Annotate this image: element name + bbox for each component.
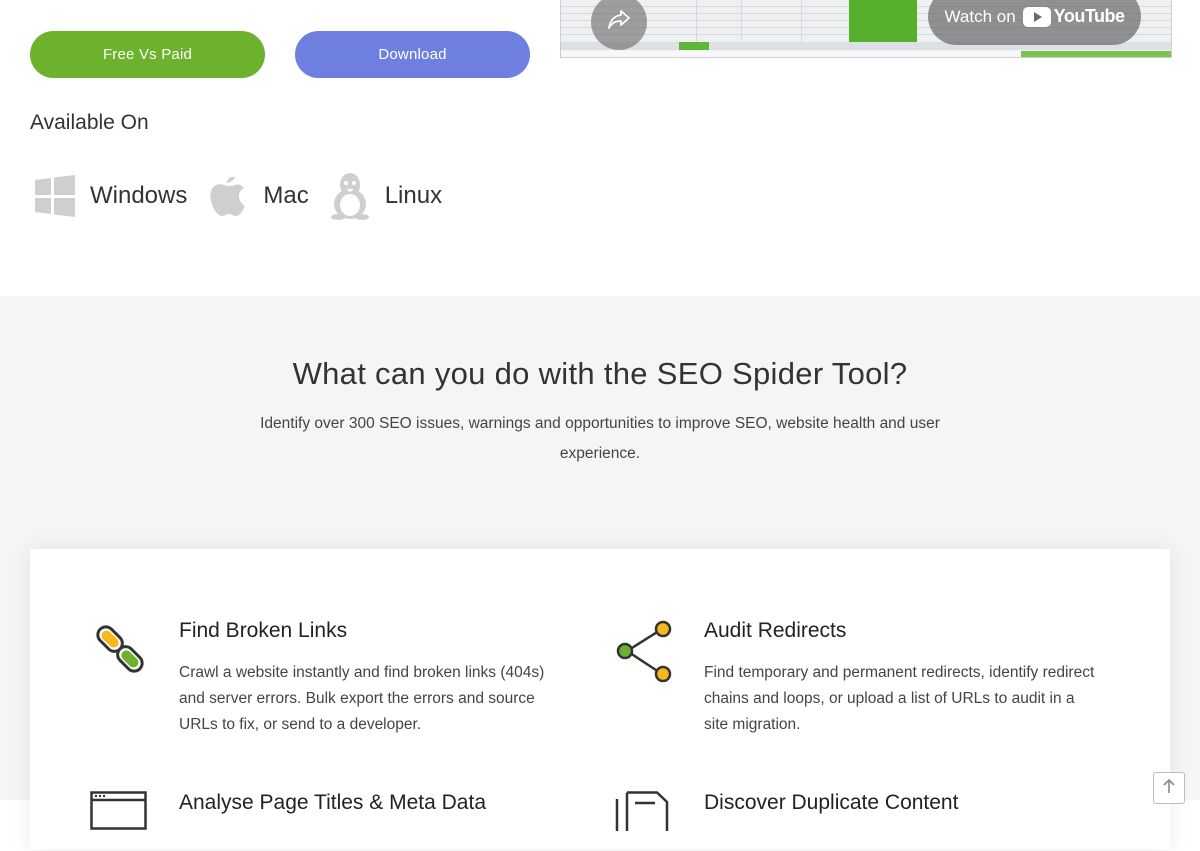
platform-label: Linux [384,182,443,209]
youtube-logo: YouTube [1022,6,1125,27]
platform-label: Mac [263,182,309,209]
video-embed[interactable]: Watch on YouTube [560,0,1172,58]
feature-title: Discover Duplicate Content [704,791,959,814]
section-title: What can you do with the SEO Spider Tool… [292,356,908,391]
video-selected-tab [679,42,709,50]
feature-description: Crawl a website instantly and find broke… [179,664,545,733]
features-section: What can you do with the SEO Spider Tool… [0,296,1200,849]
download-button[interactable]: Download [295,31,530,78]
scroll-to-top-button[interactable] [1153,772,1185,804]
feature-description: Find temporary and permanent redirects, … [704,664,1095,733]
video-thumbnail-graphic [849,0,917,42]
apple-icon [203,171,253,221]
arrow-up-icon [1161,778,1177,799]
platform-mac[interactable]: Mac [203,171,309,221]
duplicate-document-icon [615,791,675,851]
platform-linux[interactable]: Linux [325,171,442,221]
section-subtitle: Identify over 300 SEO issues, warnings a… [260,415,940,462]
feature-title: Audit Redirects [704,619,847,642]
share-icon [607,9,631,36]
broken-link-icon [90,619,150,679]
hero-area: Free Vs Paid Download Available On Windo… [0,0,1200,296]
redirect-icon [615,619,675,683]
linux-icon [325,171,375,221]
platform-list: Windows Mac Linux [30,168,458,224]
video-progress-bar [1021,51,1171,57]
youtube-wordmark: YouTube [1053,6,1125,26]
watch-on-youtube-button[interactable]: Watch on YouTube [928,0,1141,45]
free-vs-paid-button[interactable]: Free Vs Paid [30,31,265,78]
feature-title: Find Broken Links [179,619,348,642]
browser-window-icon [90,791,150,851]
features-card: Find Broken Links Crawl a website instan… [30,549,1170,849]
platform-windows[interactable]: Windows [30,171,187,221]
feature-title: Analyse Page Titles & Meta Data [179,791,486,814]
platform-label: Windows [90,182,188,209]
windows-icon [30,171,80,221]
watch-on-label: Watch on [944,6,1016,26]
available-on-heading: Available On [30,111,149,134]
